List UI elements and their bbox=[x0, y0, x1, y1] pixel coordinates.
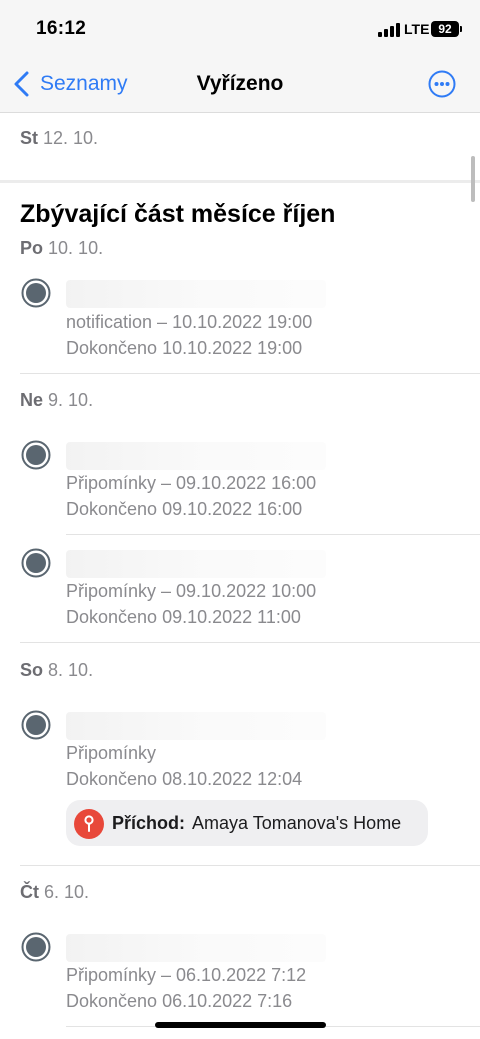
cellular-signal-icon bbox=[378, 23, 400, 37]
completed-checkbox[interactable] bbox=[21, 548, 51, 578]
day-header: Po 10. 10. bbox=[20, 238, 103, 259]
completed-checkbox[interactable] bbox=[21, 710, 51, 740]
date-label: 6. 10. bbox=[44, 882, 90, 902]
weekday-label: Po bbox=[20, 238, 44, 258]
battery-icon: 92 bbox=[431, 21, 459, 37]
location-name: Amaya Tomanova's Home bbox=[192, 813, 402, 833]
date-label: 12. 10. bbox=[43, 128, 99, 148]
page-title: Vyřízeno bbox=[196, 72, 284, 95]
checkbox-filled-icon bbox=[21, 710, 51, 740]
status-bar: 16:12 LTE 92 bbox=[0, 0, 480, 56]
navigation-bar: Seznamy Vyřízeno bbox=[0, 56, 480, 113]
location-trigger-label: Příchod: bbox=[112, 813, 186, 833]
reminder-title-redacted[interactable] bbox=[66, 442, 326, 470]
location-pin-icon bbox=[74, 809, 104, 839]
weekday-label: So bbox=[20, 660, 44, 680]
date-label: 9. 10. bbox=[48, 390, 94, 410]
day-header: So 8. 10. bbox=[20, 660, 93, 681]
reminder-list-date: Připomínky – 09.10.2022 10:00 bbox=[66, 581, 317, 601]
battery-cap bbox=[460, 26, 462, 32]
day-header: Čt 6. 10. bbox=[20, 882, 89, 903]
reminder-completed-date: Dokončeno 10.10.2022 19:00 bbox=[66, 338, 303, 358]
weekday-label: Ne bbox=[20, 390, 44, 410]
reminder-title-redacted[interactable] bbox=[66, 550, 326, 578]
reminder-completed-date: Dokončeno 09.10.2022 11:00 bbox=[66, 607, 301, 627]
weekday-label: Čt bbox=[20, 882, 39, 902]
completed-checkbox[interactable] bbox=[21, 932, 51, 962]
weekday-label: St bbox=[20, 128, 38, 148]
location-chip[interactable]: Příchod: Amaya Tomanova's Home bbox=[66, 800, 428, 846]
completed-checkbox[interactable] bbox=[21, 278, 51, 308]
network-type: LTE bbox=[404, 21, 430, 37]
row-divider bbox=[20, 642, 480, 643]
home-indicator[interactable] bbox=[155, 1022, 326, 1028]
checkbox-filled-icon bbox=[21, 440, 51, 470]
row-divider bbox=[20, 865, 480, 866]
reminder-completed-date: Dokončeno 09.10.2022 16:00 bbox=[66, 499, 303, 519]
checkbox-filled-icon bbox=[21, 932, 51, 962]
scroll-indicator[interactable] bbox=[471, 156, 475, 202]
month-title: Zbývající část měsíce říjen bbox=[20, 200, 336, 228]
status-time: 16:12 bbox=[36, 18, 87, 39]
checkbox-filled-icon bbox=[21, 278, 51, 308]
reminder-completed-date: Dokončeno 08.10.2022 12:04 bbox=[66, 769, 303, 789]
reminder-list-date: Připomínky – 06.10.2022 7:12 bbox=[66, 965, 307, 985]
date-label: 10. 10. bbox=[48, 238, 104, 258]
reminder-title-redacted[interactable] bbox=[66, 934, 326, 962]
reminder-list-name: Připomínky bbox=[66, 743, 157, 763]
date-label: 8. 10. bbox=[48, 660, 94, 680]
reminder-completed-date: Dokončeno 06.10.2022 7:16 bbox=[66, 991, 293, 1011]
ellipsis-circle-icon[interactable] bbox=[428, 70, 456, 98]
completed-checkbox[interactable] bbox=[21, 440, 51, 470]
day-header: Ne 9. 10. bbox=[20, 390, 93, 411]
section-header: St 12. 10. bbox=[20, 128, 98, 149]
reminder-title-redacted[interactable] bbox=[66, 712, 326, 740]
reminder-title-redacted[interactable] bbox=[66, 280, 326, 308]
checkbox-filled-icon bbox=[21, 548, 51, 578]
row-divider bbox=[20, 373, 480, 374]
section-divider bbox=[0, 180, 480, 183]
reminder-list-date: notification – 10.10.2022 19:00 bbox=[66, 312, 313, 332]
completed-reminders-screen: 16:12 LTE 92 Seznamy Vyřízeno St 12. 10. bbox=[0, 0, 480, 1039]
row-divider bbox=[66, 534, 480, 535]
reminder-list-date: Připomínky – 09.10.2022 16:00 bbox=[66, 473, 317, 493]
